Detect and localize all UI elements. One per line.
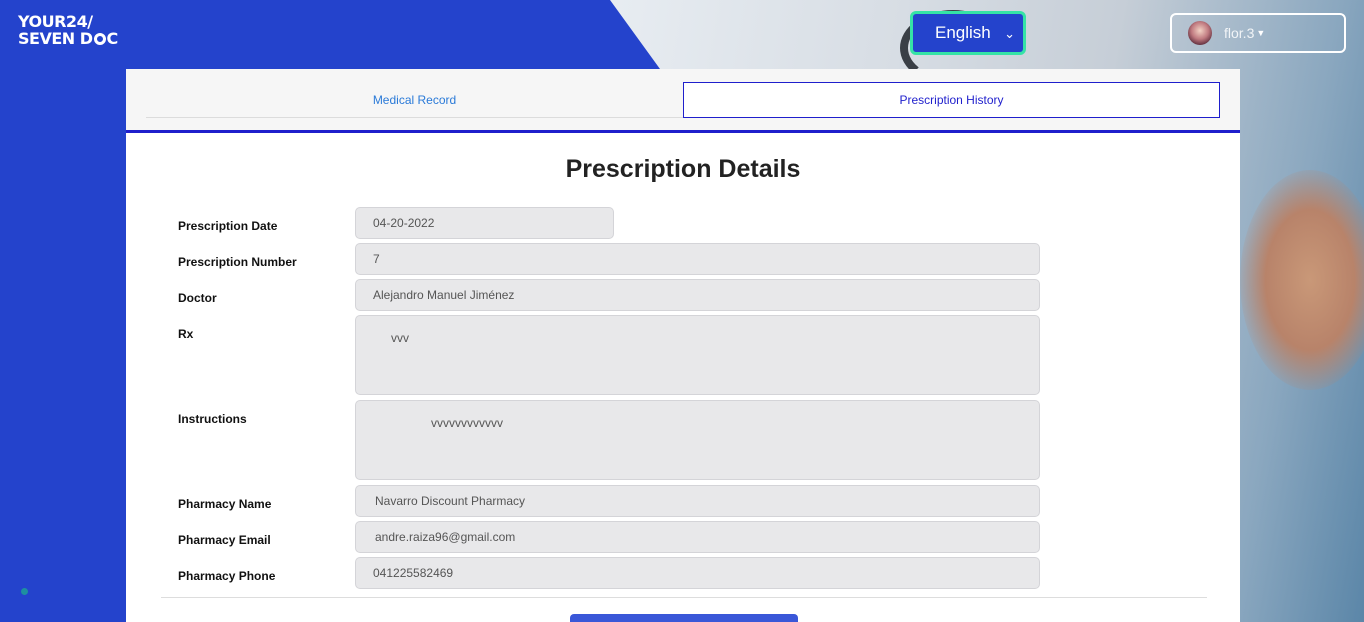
prescription-number-label: Prescription Number — [178, 255, 297, 269]
caret-down-icon: ▼ — [1256, 28, 1266, 38]
doctor-field[interactable]: Alejandro Manuel Jiménez — [355, 279, 1040, 311]
rx-label: Rx — [178, 327, 194, 341]
prescription-card: Medical Record Prescription History Pres… — [126, 69, 1240, 622]
tab-prescription-history[interactable]: Prescription History — [683, 82, 1220, 118]
doctor-label: Doctor — [178, 291, 217, 305]
pharmacy-email-field[interactable]: andre.raiza96@gmail.com — [355, 521, 1040, 553]
instructions-field[interactable]: vvvvvvvvvvvv — [355, 400, 1040, 480]
tab-medical-record[interactable]: Medical Record — [146, 82, 683, 118]
prescription-number-field[interactable]: 7 — [355, 243, 1040, 275]
prescription-date-label: Prescription Date — [178, 219, 278, 233]
instructions-field-text: vvvvvvvvvvvv — [431, 416, 503, 430]
rx-field[interactable]: vvv — [355, 315, 1040, 395]
page-title: Prescription Details — [565, 155, 801, 183]
pharmacy-phone-label: Pharmacy Phone — [178, 569, 276, 583]
user-name: flor.3 — [1224, 25, 1255, 41]
logo-target-icon — [93, 33, 106, 45]
logo-line-1: YOUR24/ — [18, 12, 93, 31]
rx-field-text: vvv — [391, 331, 409, 345]
pharmacy-name-label: Pharmacy Name — [178, 497, 272, 511]
pharmacy-email-label: Pharmacy Email — [178, 533, 271, 547]
tab-bar: Medical Record Prescription History — [126, 69, 1240, 133]
avatar — [1188, 21, 1212, 45]
divider — [161, 597, 1207, 598]
user-menu[interactable]: flor.3 ▼ — [1170, 13, 1346, 53]
pharmacy-phone-field[interactable]: 041225582469 — [355, 557, 1040, 589]
chevron-down-icon: ⌄ — [1004, 26, 1015, 41]
language-select-value: English — [935, 23, 991, 42]
action-button[interactable] — [570, 614, 798, 622]
prescription-date-field[interactable]: 04-20-2022 — [355, 207, 614, 239]
instructions-label: Instructions — [178, 412, 247, 426]
pharmacy-name-field[interactable]: Navarro Discount Pharmacy — [355, 485, 1040, 517]
logo-line-2: SEVEN DC — [18, 29, 118, 48]
status-dot-icon — [21, 588, 28, 595]
app-logo[interactable]: YOUR24/ SEVEN DC — [18, 13, 118, 47]
language-select[interactable]: English ⌄ — [910, 11, 1026, 55]
